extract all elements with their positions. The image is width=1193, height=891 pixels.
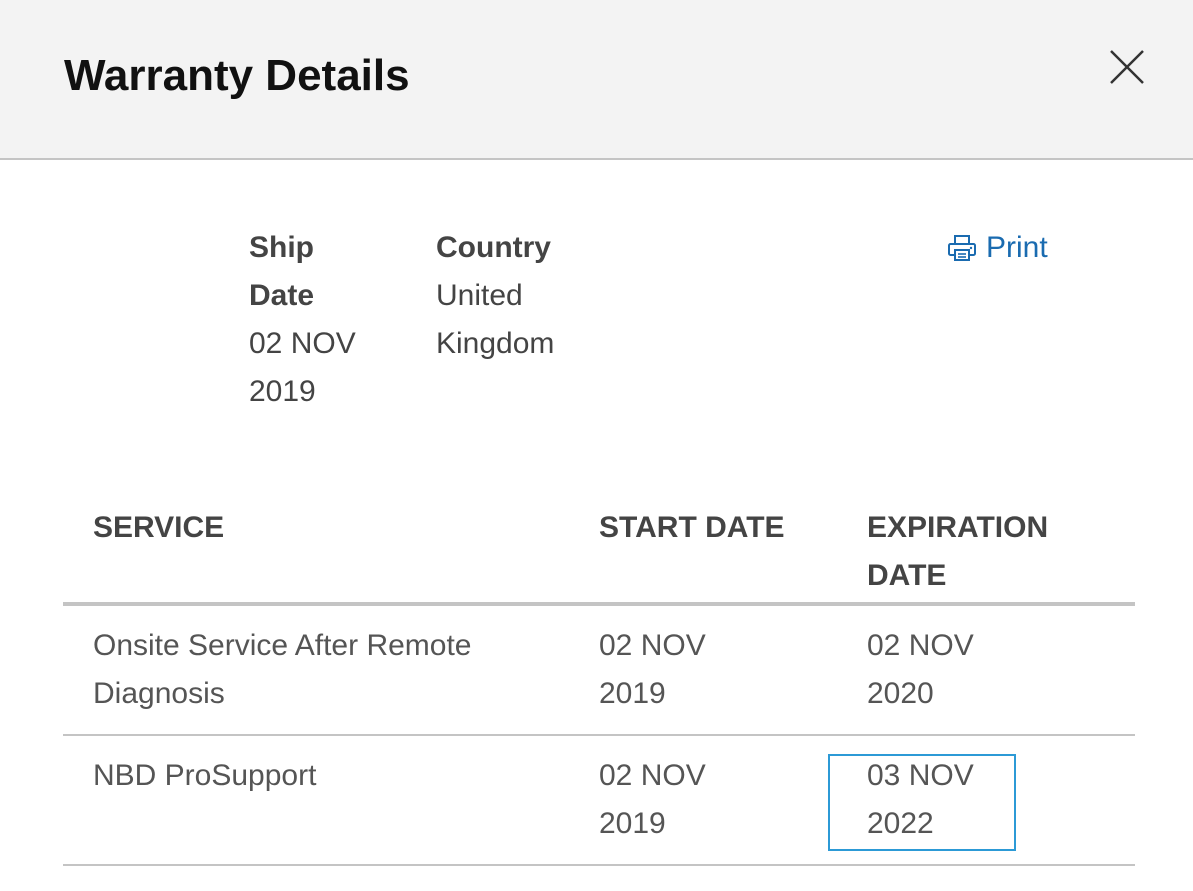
start-date-cell: 02 NOV 2019	[599, 759, 706, 840]
ship-date-label: Ship Date	[249, 231, 315, 312]
expiration-date-cell: 02 NOV 2020	[867, 629, 974, 710]
country-label: Country	[436, 231, 551, 264]
ship-date-value: 02 NOV 2019	[249, 327, 356, 408]
modal-title: Warranty Details	[64, 51, 410, 100]
ship-date-block: Ship Date 02 NOV 2019	[249, 224, 379, 416]
warranty-table: SERVICE START DATE EXPIRATION DATE Onsit…	[63, 504, 1135, 866]
service-cell: NBD ProSupport	[93, 759, 317, 792]
country-block: Country United Kingdom	[436, 224, 596, 368]
print-label: Print	[986, 231, 1048, 264]
country-value: United Kingdom	[436, 279, 555, 360]
header-start-date: START DATE	[599, 511, 785, 544]
service-cell: Onsite Service After Remote Diagnosis	[93, 629, 472, 710]
table-row: Onsite Service After Remote Diagnosis 02…	[63, 606, 1135, 736]
expiration-date-cell: 03 NOV 2022	[867, 759, 974, 840]
close-icon	[1110, 50, 1144, 84]
printer-icon	[948, 235, 976, 261]
header-expiration-date: EXPIRATION DATE	[867, 511, 1049, 592]
start-date-cell: 02 NOV 2019	[599, 629, 706, 710]
close-button[interactable]	[1102, 42, 1152, 92]
header-service: SERVICE	[93, 511, 225, 544]
print-link[interactable]: Print	[946, 224, 1048, 272]
table-header: SERVICE START DATE EXPIRATION DATE	[63, 504, 1135, 606]
table-row: NBD ProSupport 02 NOV 2019 03 NOV 2022	[63, 736, 1135, 866]
modal-header: Warranty Details	[0, 0, 1193, 160]
